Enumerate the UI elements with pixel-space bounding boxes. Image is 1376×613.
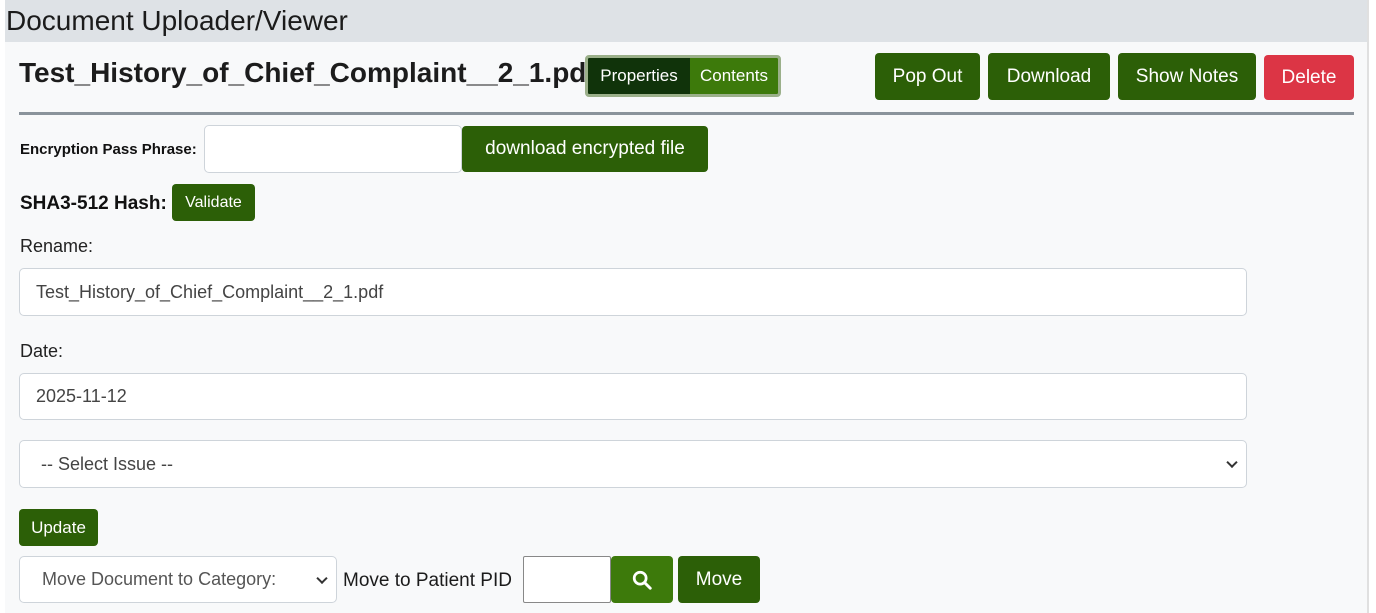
search-patient-button[interactable]	[611, 556, 673, 603]
move-category-select[interactable]: Move Document to Category:	[19, 556, 337, 603]
search-icon	[632, 570, 652, 590]
window-title: Document Uploader/Viewer	[5, 0, 1367, 42]
header-divider	[19, 112, 1354, 115]
delete-button[interactable]: Delete	[1264, 55, 1354, 100]
move-patient-label: Move to Patient PID	[343, 570, 512, 591]
move-button[interactable]: Move	[678, 556, 760, 603]
date-input[interactable]: 2025-11-12	[19, 373, 1247, 420]
tab-properties[interactable]: Properties	[588, 58, 690, 94]
scrollbar-edge	[1367, 0, 1369, 613]
chevron-down-icon	[316, 572, 328, 584]
rename-label: Rename:	[20, 236, 94, 256]
document-filename: Test_History_of_Chief_Complaint__2_1.pdf	[19, 57, 596, 88]
move-category-select-value: Move Document to Category:	[42, 569, 277, 589]
issue-select-value: -- Select Issue --	[41, 453, 174, 474]
validate-button[interactable]: Validate	[172, 184, 255, 221]
chevron-down-icon	[1226, 456, 1238, 469]
issue-select[interactable]: -- Select Issue --	[19, 440, 1247, 488]
encryption-label: Encryption Pass Phrase:	[20, 141, 197, 158]
download-encrypted-button[interactable]: download encrypted file	[462, 126, 708, 172]
download-button[interactable]: Download	[988, 53, 1110, 100]
rename-input[interactable]: Test_History_of_Chief_Complaint__2_1.pdf	[19, 268, 1247, 316]
date-label: Date:	[20, 341, 64, 361]
show-notes-button[interactable]: Show Notes	[1118, 53, 1256, 100]
pop-out-button[interactable]: Pop Out	[875, 53, 980, 100]
update-button[interactable]: Update	[19, 509, 98, 546]
hash-label: SHA3-512 Hash:	[20, 193, 167, 214]
patient-pid-input[interactable]	[523, 556, 611, 603]
tab-contents[interactable]: Contents	[690, 58, 778, 94]
encryption-passphrase-input[interactable]	[204, 125, 462, 173]
view-toggle: Properties Contents	[585, 55, 781, 97]
